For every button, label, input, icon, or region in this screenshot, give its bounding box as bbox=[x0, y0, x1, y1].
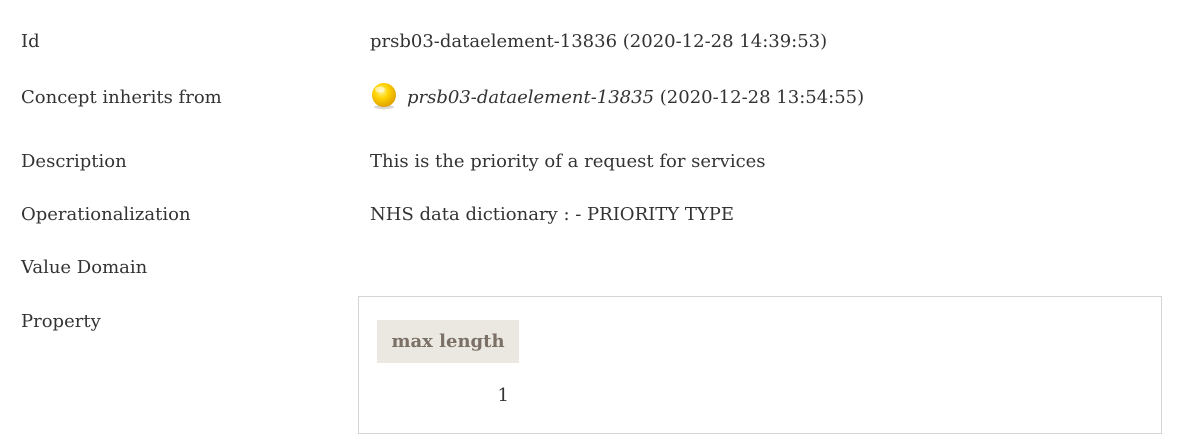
description-label: Description bbox=[21, 151, 127, 172]
description-value: This is the priority of a request for se… bbox=[370, 151, 766, 172]
yellow-orb-icon bbox=[372, 83, 396, 110]
property-table: max length 1 bbox=[358, 296, 1162, 434]
property-label: Property bbox=[21, 311, 101, 332]
max-length-header: max length bbox=[377, 320, 519, 363]
inherits-date: (2020-12-28 13:54:55) bbox=[654, 87, 865, 108]
operationalization-label: Operationalization bbox=[21, 204, 191, 225]
id-label: Id bbox=[21, 31, 40, 52]
inherits-link[interactable]: prsb03-dataelement-13835 bbox=[407, 87, 654, 108]
operationalization-value: NHS data dictionary : - PRIORITY TYPE bbox=[370, 204, 734, 225]
inherits-label: Concept inherits from bbox=[21, 87, 222, 108]
max-length-value: 1 bbox=[497, 385, 509, 406]
inherits-value: prsb03-dataelement-13835 (2020-12-28 13:… bbox=[407, 87, 864, 108]
id-value: prsb03-dataelement-13836 (2020-12-28 14:… bbox=[370, 31, 828, 52]
value-domain-label: Value Domain bbox=[21, 257, 148, 278]
